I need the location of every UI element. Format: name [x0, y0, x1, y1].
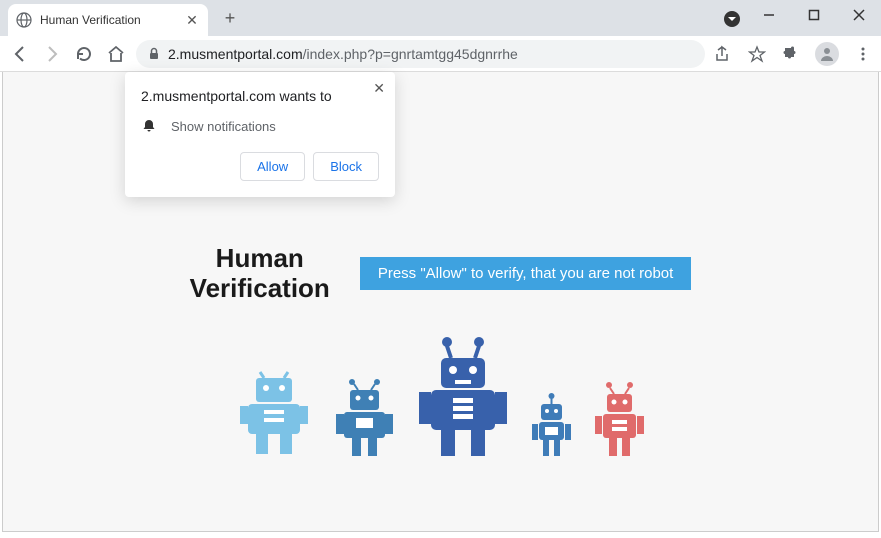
heading-row: HumanVerification Press "Allow" to verif…: [190, 244, 692, 304]
window-controls: [746, 0, 881, 30]
tab-close-icon[interactable]: ✕: [184, 12, 200, 28]
popup-buttons: Allow Block: [141, 152, 379, 181]
bell-icon: [141, 118, 157, 134]
globe-icon: [16, 12, 32, 28]
reload-button[interactable]: [72, 42, 96, 66]
robot-icon-1: [234, 370, 314, 458]
forward-button[interactable]: [40, 42, 64, 66]
robots-row: [234, 336, 647, 458]
block-button[interactable]: Block: [313, 152, 379, 181]
menu-icon[interactable]: [853, 44, 873, 64]
account-indicator-icon[interactable]: [723, 10, 741, 28]
robot-icon-3: [415, 336, 511, 458]
robot-icon-2: [332, 376, 397, 458]
popup-permission-row: Show notifications: [141, 118, 379, 134]
robot-icon-5: [592, 380, 647, 458]
page-content: HumanVerification Press "Allow" to verif…: [3, 244, 878, 458]
extensions-icon[interactable]: [781, 44, 801, 64]
maximize-button[interactable]: [791, 0, 836, 30]
popup-title: 2.musmentportal.com wants to: [141, 88, 379, 104]
popup-close-icon[interactable]: ✕: [373, 80, 385, 97]
address-bar[interactable]: 2.musmentportal.com/index.php?p=gnrtamtg…: [136, 40, 705, 68]
browser-titlebar: Human Verification ✕ +: [0, 0, 881, 36]
tab-title: Human Verification: [40, 13, 184, 27]
robot-icon-4: [529, 392, 574, 458]
toolbar-right-icons: [713, 42, 873, 66]
close-window-button[interactable]: [836, 0, 881, 30]
allow-button[interactable]: Allow: [240, 152, 305, 181]
page-heading: HumanVerification: [190, 244, 330, 304]
page-viewport: ✕ 2.musmentportal.com wants to Show noti…: [2, 72, 879, 532]
share-icon[interactable]: [713, 44, 733, 64]
back-button[interactable]: [8, 42, 32, 66]
profile-avatar-icon[interactable]: [815, 42, 839, 66]
popup-permission-label: Show notifications: [171, 119, 276, 134]
instruction-banner: Press "Allow" to verify, that you are no…: [360, 257, 692, 290]
star-icon[interactable]: [747, 44, 767, 64]
browser-tab[interactable]: Human Verification ✕: [8, 4, 208, 36]
home-button[interactable]: [104, 42, 128, 66]
new-tab-button[interactable]: +: [216, 4, 244, 32]
notification-permission-popup: ✕ 2.musmentportal.com wants to Show noti…: [125, 72, 395, 197]
minimize-button[interactable]: [746, 0, 791, 30]
url-text: 2.musmentportal.com/index.php?p=gnrtamtg…: [168, 46, 518, 62]
browser-toolbar: 2.musmentportal.com/index.php?p=gnrtamtg…: [0, 36, 881, 72]
lock-icon: [146, 46, 162, 62]
